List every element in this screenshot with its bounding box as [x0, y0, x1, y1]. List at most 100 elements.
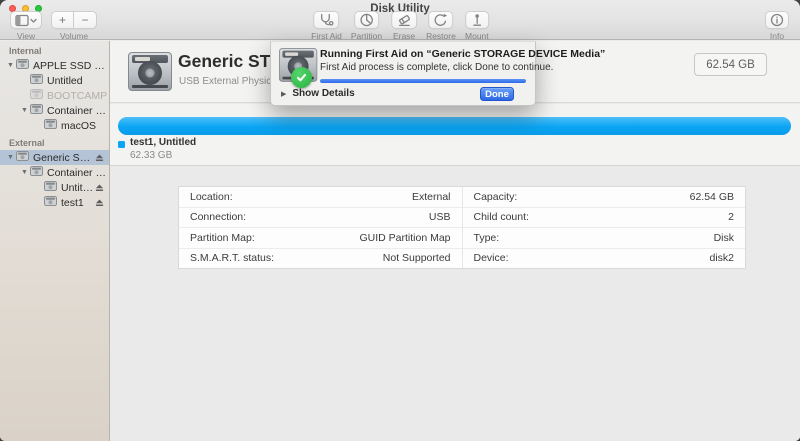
view-label: View [16, 31, 36, 41]
drive-icon [30, 89, 43, 102]
toolbar-action-label: Partition [350, 31, 383, 41]
restore-icon [433, 13, 448, 27]
legend-swatch [118, 141, 125, 148]
disclosure-triangle-icon[interactable]: ▼ [19, 169, 30, 176]
info-row-partition-map: Partition Map: GUID Partition Map [179, 228, 462, 249]
info-value: 2 [728, 211, 734, 224]
sidebar-item-container-disk3[interactable]: ▼ Container disk3 [0, 165, 109, 180]
info-label: Child count: [473, 211, 529, 224]
info-row-device: Device: disk2 [463, 249, 746, 269]
sidebar-item-label: BOOTCAMP [47, 89, 108, 102]
titlebar: Disk Utility View + − Volume First Aid P… [0, 0, 800, 41]
first-aid-icon [319, 13, 335, 27]
sidebar-item-label: Untitled [47, 74, 83, 87]
sidebar-section-internal: Internal [9, 46, 42, 56]
info-value: 62.54 GB [689, 190, 734, 203]
sidebar-item-untitled[interactable]: Untitled [0, 180, 109, 195]
info-value: USB [428, 211, 451, 224]
info-label: S.M.A.R.T. status: [190, 252, 275, 265]
success-check-icon [291, 67, 312, 88]
sidebar-section-external: External [9, 138, 45, 148]
toolbar-action-label: Mount [465, 31, 489, 41]
capacity-badge: 62.54 GB [694, 53, 767, 76]
sidebar-item-label: test1 [61, 196, 84, 209]
sidebar-item-label: macOS [61, 119, 97, 132]
sidebar-view-icon [15, 14, 37, 26]
sidebar-item-generic-storag[interactable]: ▼ Generic STORAG... [0, 150, 109, 165]
toolbar-restore: Restore [426, 11, 456, 41]
partition-button[interactable] [353, 11, 379, 29]
drive-icon [30, 74, 43, 87]
dialog-title: Running First Aid on “Generic STORAGE DE… [320, 48, 606, 60]
toolbar-action-label: Erase [392, 31, 416, 41]
drive-icon [44, 181, 57, 194]
drive-icon [44, 196, 57, 209]
drive-icon [16, 59, 29, 72]
sidebar: Internal ▼ APPLE SSD SM0128... Untitled BOOT… [0, 41, 110, 441]
sidebar-item-container-disk1[interactable]: ▼ Container disk1 [0, 103, 109, 118]
hard-drive-icon [128, 52, 172, 91]
info-label: Type: [473, 231, 500, 244]
restore-button[interactable] [428, 11, 454, 29]
usage-section: test1, Untitled 62.33 GB [110, 104, 800, 166]
minus-icon: − [81, 13, 89, 27]
erase-button[interactable] [391, 11, 418, 29]
sidebar-item-untitled[interactable]: Untitled [0, 73, 109, 88]
toolbar-partition: Partition [351, 11, 382, 41]
legend-size: 62.33 GB [130, 150, 173, 161]
progress-bar [320, 79, 526, 83]
info-table: Location: External Connection: USB Partition… [178, 186, 746, 269]
drive-icon [44, 119, 57, 132]
plus-icon: + [58, 13, 66, 27]
eject-icon[interactable] [95, 183, 104, 192]
disclosure-triangle-icon[interactable]: ▼ [19, 107, 30, 114]
mount-icon [470, 13, 484, 27]
details-section: Location: External Connection: USB Partition… [110, 167, 800, 441]
first-aid-button[interactable] [313, 11, 340, 29]
mount-button[interactable] [464, 11, 489, 29]
info-value: GUID Partition Map [359, 231, 451, 244]
toolbar-mount: Mount [464, 11, 489, 41]
info-row-connection: Connection: USB [179, 208, 462, 228]
sidebar-item-label: APPLE SSD SM0128... [33, 59, 109, 72]
remove-volume-button[interactable]: − [74, 11, 97, 29]
view-button[interactable] [10, 11, 42, 29]
info-label: Connection: [190, 211, 247, 224]
info-value: Not Supported [382, 252, 451, 265]
info-icon [770, 13, 784, 27]
info-label: Device: [473, 252, 509, 265]
disclosure-triangle-icon: ▶ [281, 90, 287, 98]
sidebar-item-bootcamp[interactable]: BOOTCAMP [0, 88, 109, 103]
volume-label: Volume [59, 31, 89, 41]
legend-name: test1, Untitled [130, 137, 197, 148]
disclosure-triangle-icon[interactable]: ▼ [5, 154, 16, 161]
info-row-child-count: Child count: 2 [462, 208, 745, 228]
toolbar-action-label: First Aid [311, 31, 342, 41]
toolbar-volume: + − Volume [51, 11, 97, 41]
sidebar-item-label: Container disk3 [47, 166, 109, 179]
erase-icon [396, 13, 412, 27]
done-button[interactable]: Done [480, 87, 514, 101]
drive-icon [30, 166, 43, 179]
usage-bar [118, 117, 791, 135]
show-details-toggle[interactable]: ▶ Show Details [281, 88, 355, 99]
sidebar-item-apple-ssd-sm0128[interactable]: ▼ APPLE SSD SM0128... [0, 58, 109, 73]
sidebar-item-label: Container disk1 [47, 104, 109, 117]
partition-icon [359, 13, 374, 27]
info-label: Location: [190, 190, 233, 203]
eject-icon[interactable] [95, 198, 104, 207]
sidebar-item-test1[interactable]: test1 [0, 195, 109, 210]
toolbar-erase: Erase [391, 11, 418, 41]
toolbar-view: View [10, 11, 42, 41]
info-button[interactable] [765, 11, 789, 29]
disk-utility-window: Disk Utility View + − Volume First Aid P… [0, 0, 800, 441]
add-volume-button[interactable]: + [51, 11, 74, 29]
eject-icon[interactable] [95, 153, 104, 162]
info-row-type: Type: Disk [462, 228, 745, 249]
first-aid-dialog: Running First Aid on “Generic STORAGE DE… [270, 41, 605, 106]
toolbar-first-aid: First Aid [311, 11, 342, 41]
toolbar-info: Info [765, 11, 789, 41]
sidebar-item-macos[interactable]: macOS [0, 118, 109, 133]
disclosure-triangle-icon[interactable]: ▼ [5, 62, 16, 69]
info-row-location: Location: External [179, 187, 462, 208]
